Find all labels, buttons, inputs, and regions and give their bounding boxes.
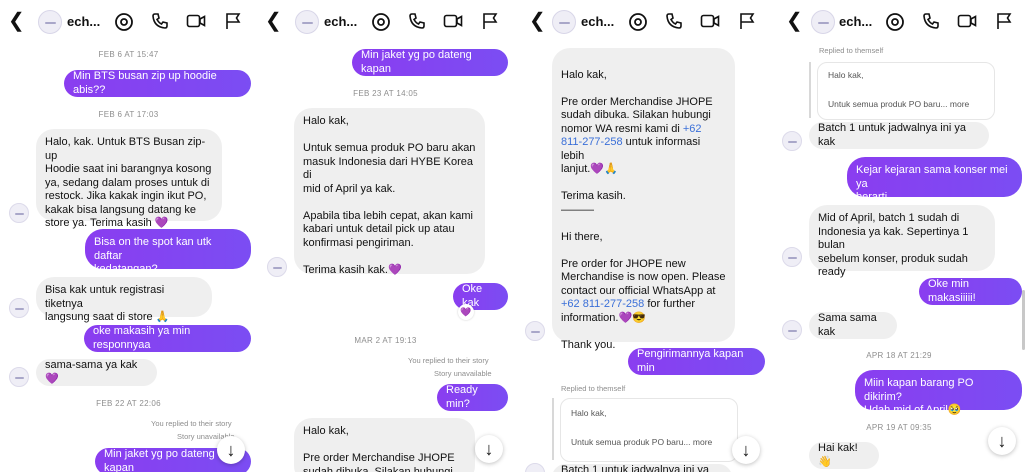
- received-message[interactable]: Halo, kak. Untuk BTS Busan zip-up Hoodie…: [36, 129, 222, 229]
- quoted-text: Halo kak,: [828, 70, 864, 80]
- scroll-to-bottom-arrow-down-icon[interactable]: ↓: [475, 435, 503, 463]
- received-message[interactable]: Halo kak, Pre order Merchandise JHOPE su…: [552, 48, 735, 351]
- link-icon[interactable]: [628, 12, 648, 32]
- scrollbar-thumb[interactable]: [1022, 290, 1025, 350]
- received-message[interactable]: Hai kak! 👋: [809, 442, 879, 469]
- timestamp: APR 18 AT 21:29: [866, 351, 932, 360]
- profile-avatar[interactable]: [38, 10, 62, 34]
- flag-icon[interactable]: [481, 12, 499, 30]
- sent-message[interactable]: Pengirimannya kapan min: [628, 348, 765, 375]
- received-message[interactable]: Halo kak, Pre order Merchandise JHOPE su…: [294, 418, 475, 472]
- received-message[interactable]: sama-sama ya kak 💜: [36, 359, 157, 386]
- chat-panel-1: ❮ ech... FEB 6 AT 15:47 Min BTS busan zi…: [0, 0, 257, 472]
- phone-icon[interactable]: [151, 12, 169, 30]
- sender-avatar[interactable]: [782, 320, 802, 340]
- sent-message[interactable]: Min jaket yg po dateng kapan: [352, 49, 508, 76]
- back-chevron-left-icon[interactable]: ❮: [8, 10, 25, 32]
- sender-avatar[interactable]: [525, 321, 545, 341]
- video-icon[interactable]: [443, 12, 463, 30]
- back-chevron-left-icon[interactable]: ❮: [529, 10, 546, 32]
- whatsapp-number-link[interactable]: +62 811-277-258: [561, 298, 644, 310]
- sender-avatar[interactable]: [267, 257, 287, 277]
- sender-avatar[interactable]: [525, 463, 545, 472]
- timestamp: APR 19 AT 09:35: [866, 423, 932, 432]
- replied-to-themself-label: Replied to themself: [819, 46, 884, 55]
- profile-avatar[interactable]: [552, 10, 576, 34]
- sent-message[interactable]: Bisa on the spot kan utk daftar kedatang…: [85, 229, 251, 275]
- contact-name[interactable]: ech...: [839, 14, 872, 29]
- quoted-text-more: Untuk semua produk PO baru... more: [571, 437, 713, 447]
- timestamp: FEB 6 AT 17:03: [98, 110, 159, 119]
- link-icon[interactable]: [885, 12, 905, 32]
- chat-header: ❮ ech...: [257, 0, 514, 44]
- chat-header: ❮ ech...: [514, 0, 771, 44]
- chat-panel-4: ❮ ech... Replied to themself Halo kak, U…: [771, 0, 1027, 472]
- contact-name[interactable]: ech...: [67, 14, 100, 29]
- timestamp: FEB 23 AT 14:05: [353, 89, 418, 98]
- chat-header: ❮ ech...: [0, 0, 257, 44]
- sender-avatar[interactable]: [9, 298, 29, 318]
- sent-message[interactable]: Ready min?: [437, 384, 508, 411]
- sent-message[interactable]: Oke min makasiiiii!: [919, 278, 1022, 305]
- received-message[interactable]: Batch 1 untuk jadwalnya ini ya kak: [809, 122, 989, 149]
- quoted-message[interactable]: Halo kak, Untuk semua produk PO baru... …: [809, 62, 995, 120]
- replied-to-themself-label: Replied to themself: [561, 384, 626, 393]
- scroll-to-bottom-arrow-down-icon[interactable]: ↓: [988, 427, 1016, 455]
- flag-icon[interactable]: [995, 12, 1013, 30]
- scroll-to-bottom-arrow-down-icon[interactable]: ↓: [732, 436, 760, 464]
- link-icon[interactable]: [371, 12, 391, 32]
- phone-icon[interactable]: [922, 12, 940, 30]
- message-text: untuk informasi lebih lanjut.💜🙏 Terima k…: [561, 136, 726, 297]
- received-message[interactable]: Mid of April, batch 1 sudah di Indonesia…: [809, 205, 995, 278]
- quoted-text: Halo kak,: [571, 408, 607, 418]
- reply-context-label: You replied to their story: [408, 356, 489, 365]
- sent-message[interactable]: Min BTS busan zip up hoodie abis??: [64, 70, 251, 97]
- contact-name[interactable]: ech...: [581, 14, 614, 29]
- story-unavailable-label: Story unavailable: [434, 369, 492, 378]
- received-message[interactable]: Batch 1 untuk jadwalnya ini ya kak: [552, 464, 732, 472]
- scroll-to-bottom-arrow-down-icon[interactable]: ↓: [217, 436, 245, 464]
- sender-avatar[interactable]: [782, 247, 802, 267]
- video-icon[interactable]: [186, 12, 206, 30]
- chat-panel-3: ❮ ech... Halo kak, Pre order Merchandise…: [514, 0, 771, 472]
- received-message[interactable]: Sama sama kak: [809, 312, 897, 339]
- reply-context-label: You replied to their story: [151, 419, 232, 428]
- phone-icon[interactable]: [665, 12, 683, 30]
- heart-reaction[interactable]: 💜: [458, 304, 474, 320]
- received-message[interactable]: Halo kak, Untuk semua produk PO baru aka…: [294, 108, 485, 276]
- sender-avatar[interactable]: [9, 367, 29, 387]
- sender-avatar[interactable]: [9, 203, 29, 223]
- link-icon[interactable]: [114, 12, 134, 32]
- quoted-text-more: Untuk semua produk PO baru... more: [828, 99, 970, 109]
- sent-message[interactable]: Kejar kejaran sama konser mei ya berarti…: [847, 157, 1022, 203]
- timestamp: MAR 2 AT 19:13: [354, 336, 417, 345]
- profile-avatar[interactable]: [295, 10, 319, 34]
- chat-panel-2: ❮ ech... Min jaket yg po dateng kapan FE…: [257, 0, 514, 472]
- back-chevron-left-icon[interactable]: ❮: [786, 10, 803, 32]
- flag-icon[interactable]: [224, 12, 242, 30]
- received-message[interactable]: Bisa kak untuk registrasi tiketnya langs…: [36, 277, 212, 323]
- phone-icon[interactable]: [408, 12, 426, 30]
- sent-message[interactable]: Miin kapan barang PO dikirim? Udah mid o…: [855, 370, 1022, 416]
- timestamp: FEB 22 AT 22:06: [96, 399, 161, 408]
- sender-avatar[interactable]: [782, 131, 802, 151]
- back-chevron-left-icon[interactable]: ❮: [265, 10, 282, 32]
- video-icon[interactable]: [957, 12, 977, 30]
- chat-header: ❮ ech...: [771, 0, 1027, 44]
- contact-name[interactable]: ech...: [324, 14, 357, 29]
- video-icon[interactable]: [700, 12, 720, 30]
- sent-message[interactable]: oke makasih ya min responnyaa: [84, 325, 251, 352]
- profile-avatar[interactable]: [811, 10, 835, 34]
- quoted-message[interactable]: Halo kak, Untuk semua produk PO baru... …: [552, 398, 738, 462]
- timestamp: FEB 6 AT 15:47: [98, 50, 159, 59]
- flag-icon[interactable]: [738, 12, 756, 30]
